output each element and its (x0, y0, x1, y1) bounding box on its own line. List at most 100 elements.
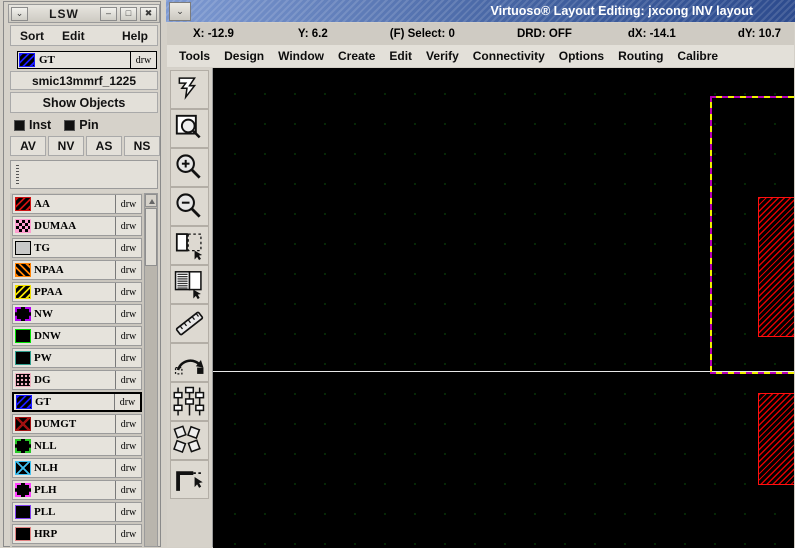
status-bar: X: -12.9 Y: 6.2 (F) Select: 0 DRD: OFF d… (167, 23, 794, 45)
all-visible-button[interactable]: AV (10, 136, 46, 156)
pin-label: Pin (79, 118, 99, 132)
layer-purpose: drw (115, 503, 141, 521)
layer-row-dnw[interactable]: DNW drw (12, 326, 142, 346)
window-menu-icon[interactable]: ⌄ (11, 6, 28, 21)
inst-checkbox[interactable] (14, 119, 25, 131)
layer-swatch (15, 241, 31, 255)
menu-item-tools[interactable]: Tools (179, 49, 210, 63)
layer-row-pw[interactable]: PW drw (12, 348, 142, 368)
layer-swatch (15, 373, 31, 387)
undo-icon[interactable] (170, 343, 209, 382)
shape-aa[interactable] (758, 393, 794, 485)
all-selectable-button[interactable]: AS (86, 136, 122, 156)
zoom-in-icon[interactable] (170, 148, 209, 187)
layer-purpose: drw (115, 283, 141, 301)
window-menu-icon[interactable]: ⌄ (169, 1, 191, 21)
layer-swatch (15, 527, 31, 541)
layer-row-nw[interactable]: NW drw (12, 304, 142, 324)
align-icon[interactable] (170, 382, 209, 421)
layer-row-pll[interactable]: PLL drw (12, 502, 142, 522)
layer-swatch (15, 197, 31, 211)
layer-purpose: drw (115, 415, 141, 433)
layer-purpose: drw (115, 525, 141, 543)
scrollbar-thumb[interactable] (145, 208, 157, 266)
maximize-icon[interactable]: □ (120, 6, 137, 21)
split-icon[interactable] (170, 421, 209, 460)
object-toggles: Inst Pin (14, 116, 162, 134)
show-objects-button[interactable]: Show Objects (10, 92, 158, 113)
none-visible-button[interactable]: NV (48, 136, 84, 156)
fit-zoom-icon[interactable] (170, 109, 209, 148)
layer-swatch (15, 219, 31, 233)
none-selectable-button[interactable]: NS (124, 136, 160, 156)
current-layer-display[interactable]: GT drw (17, 51, 157, 69)
layer-name: PLH (34, 484, 57, 496)
layer-swatch (15, 351, 31, 365)
pin-checkbox[interactable] (64, 119, 76, 131)
layer-row-tg[interactable]: TG drw (12, 238, 142, 258)
layer-name: AA (34, 198, 50, 210)
layer-row-partial[interactable] (12, 546, 142, 547)
layer-row-aa[interactable]: AA drw (12, 194, 142, 214)
zoom-out-icon[interactable] (170, 187, 209, 226)
layer-name: DUMAA (34, 220, 77, 232)
menu-item-calibre[interactable]: Calibre (677, 49, 718, 63)
layer-swatch (15, 439, 31, 453)
layer-purpose: drw (115, 217, 141, 235)
menu-item-create[interactable]: Create (338, 49, 375, 63)
menu-item-routing[interactable]: Routing (618, 49, 663, 63)
path-icon[interactable] (170, 460, 209, 499)
layer-swatch (15, 329, 31, 343)
scroll-up-icon[interactable] (145, 194, 157, 207)
lsw-title-label: LSW (49, 6, 79, 21)
status-select: (F) Select: 0 (389, 28, 455, 40)
close-icon[interactable]: ✖ (140, 6, 157, 21)
layer-row-plh[interactable]: PLH drw (12, 480, 142, 500)
layer-purpose: drw (115, 437, 141, 455)
layer-swatch (16, 395, 32, 409)
virtuoso-window: ⌄ Virtuoso® Layout Editing: jxcong INV l… (166, 0, 795, 548)
current-layer-purpose: drw (130, 52, 156, 68)
layer-row-ppaa[interactable]: PPAA drw (12, 282, 142, 302)
virtuoso-title-label: Virtuoso® Layout Editing: jxcong INV lay… (490, 4, 753, 18)
layer-name: DG (34, 374, 51, 386)
minimize-icon[interactable]: – (100, 6, 117, 21)
menu-item-help[interactable]: Help (122, 29, 148, 43)
layer-swatch (15, 307, 31, 321)
crosshair-horizontal (213, 371, 794, 372)
layer-list-scrollbar[interactable] (144, 193, 158, 547)
layer-name: PW (34, 352, 52, 364)
layer-row-dg[interactable]: DG drw (12, 370, 142, 390)
menu-item-edit[interactable]: Edit (62, 29, 85, 43)
layer-row-dumgt[interactable]: DUMGT drw (12, 414, 142, 434)
layer-row-gt[interactable]: GT drw (12, 392, 142, 412)
menu-item-edit[interactable]: Edit (389, 49, 412, 63)
layer-purpose: drw (115, 239, 141, 257)
layer-swatch (15, 483, 31, 497)
menu-item-options[interactable]: Options (559, 49, 604, 63)
ruler-icon[interactable] (170, 304, 209, 343)
layer-row-nll[interactable]: NLL drw (12, 436, 142, 456)
layer-row-dumaa[interactable]: DUMAA drw (12, 216, 142, 236)
layer-swatch (15, 417, 31, 431)
shape-aa[interactable] (758, 197, 794, 337)
lsw-title-bar: ⌄ LSW – □ ✖ (8, 4, 160, 23)
layer-row-hrp[interactable]: HRP drw (12, 524, 142, 544)
visibility-buttons: AV NV AS NS (10, 136, 160, 156)
copy-icon[interactable] (170, 265, 209, 304)
layer-row-npaa[interactable]: NPAA drw (12, 260, 142, 280)
menu-item-verify[interactable]: Verify (426, 49, 459, 63)
stretch-icon[interactable] (170, 226, 209, 265)
layout-canvas[interactable]: https://blog.csdn.net/u010594449 (213, 68, 794, 548)
menu-item-connectivity[interactable]: Connectivity (473, 49, 545, 63)
menu-item-design[interactable]: Design (224, 49, 264, 63)
layer-name: HRP (34, 528, 58, 540)
layer-list[interactable]: HRP drw PLL drw PLH drw NLH drw NLL drw DUMGT drw GT… (10, 193, 158, 547)
menu-item-sort[interactable]: Sort (20, 29, 44, 43)
layer-filter-box[interactable] (10, 160, 158, 189)
layer-row-nlh[interactable]: NLH drw (12, 458, 142, 478)
status-drd: DRD: OFF (516, 28, 572, 40)
layer-purpose: drw (114, 394, 140, 410)
menu-item-window[interactable]: Window (278, 49, 324, 63)
save-icon[interactable] (170, 70, 209, 109)
